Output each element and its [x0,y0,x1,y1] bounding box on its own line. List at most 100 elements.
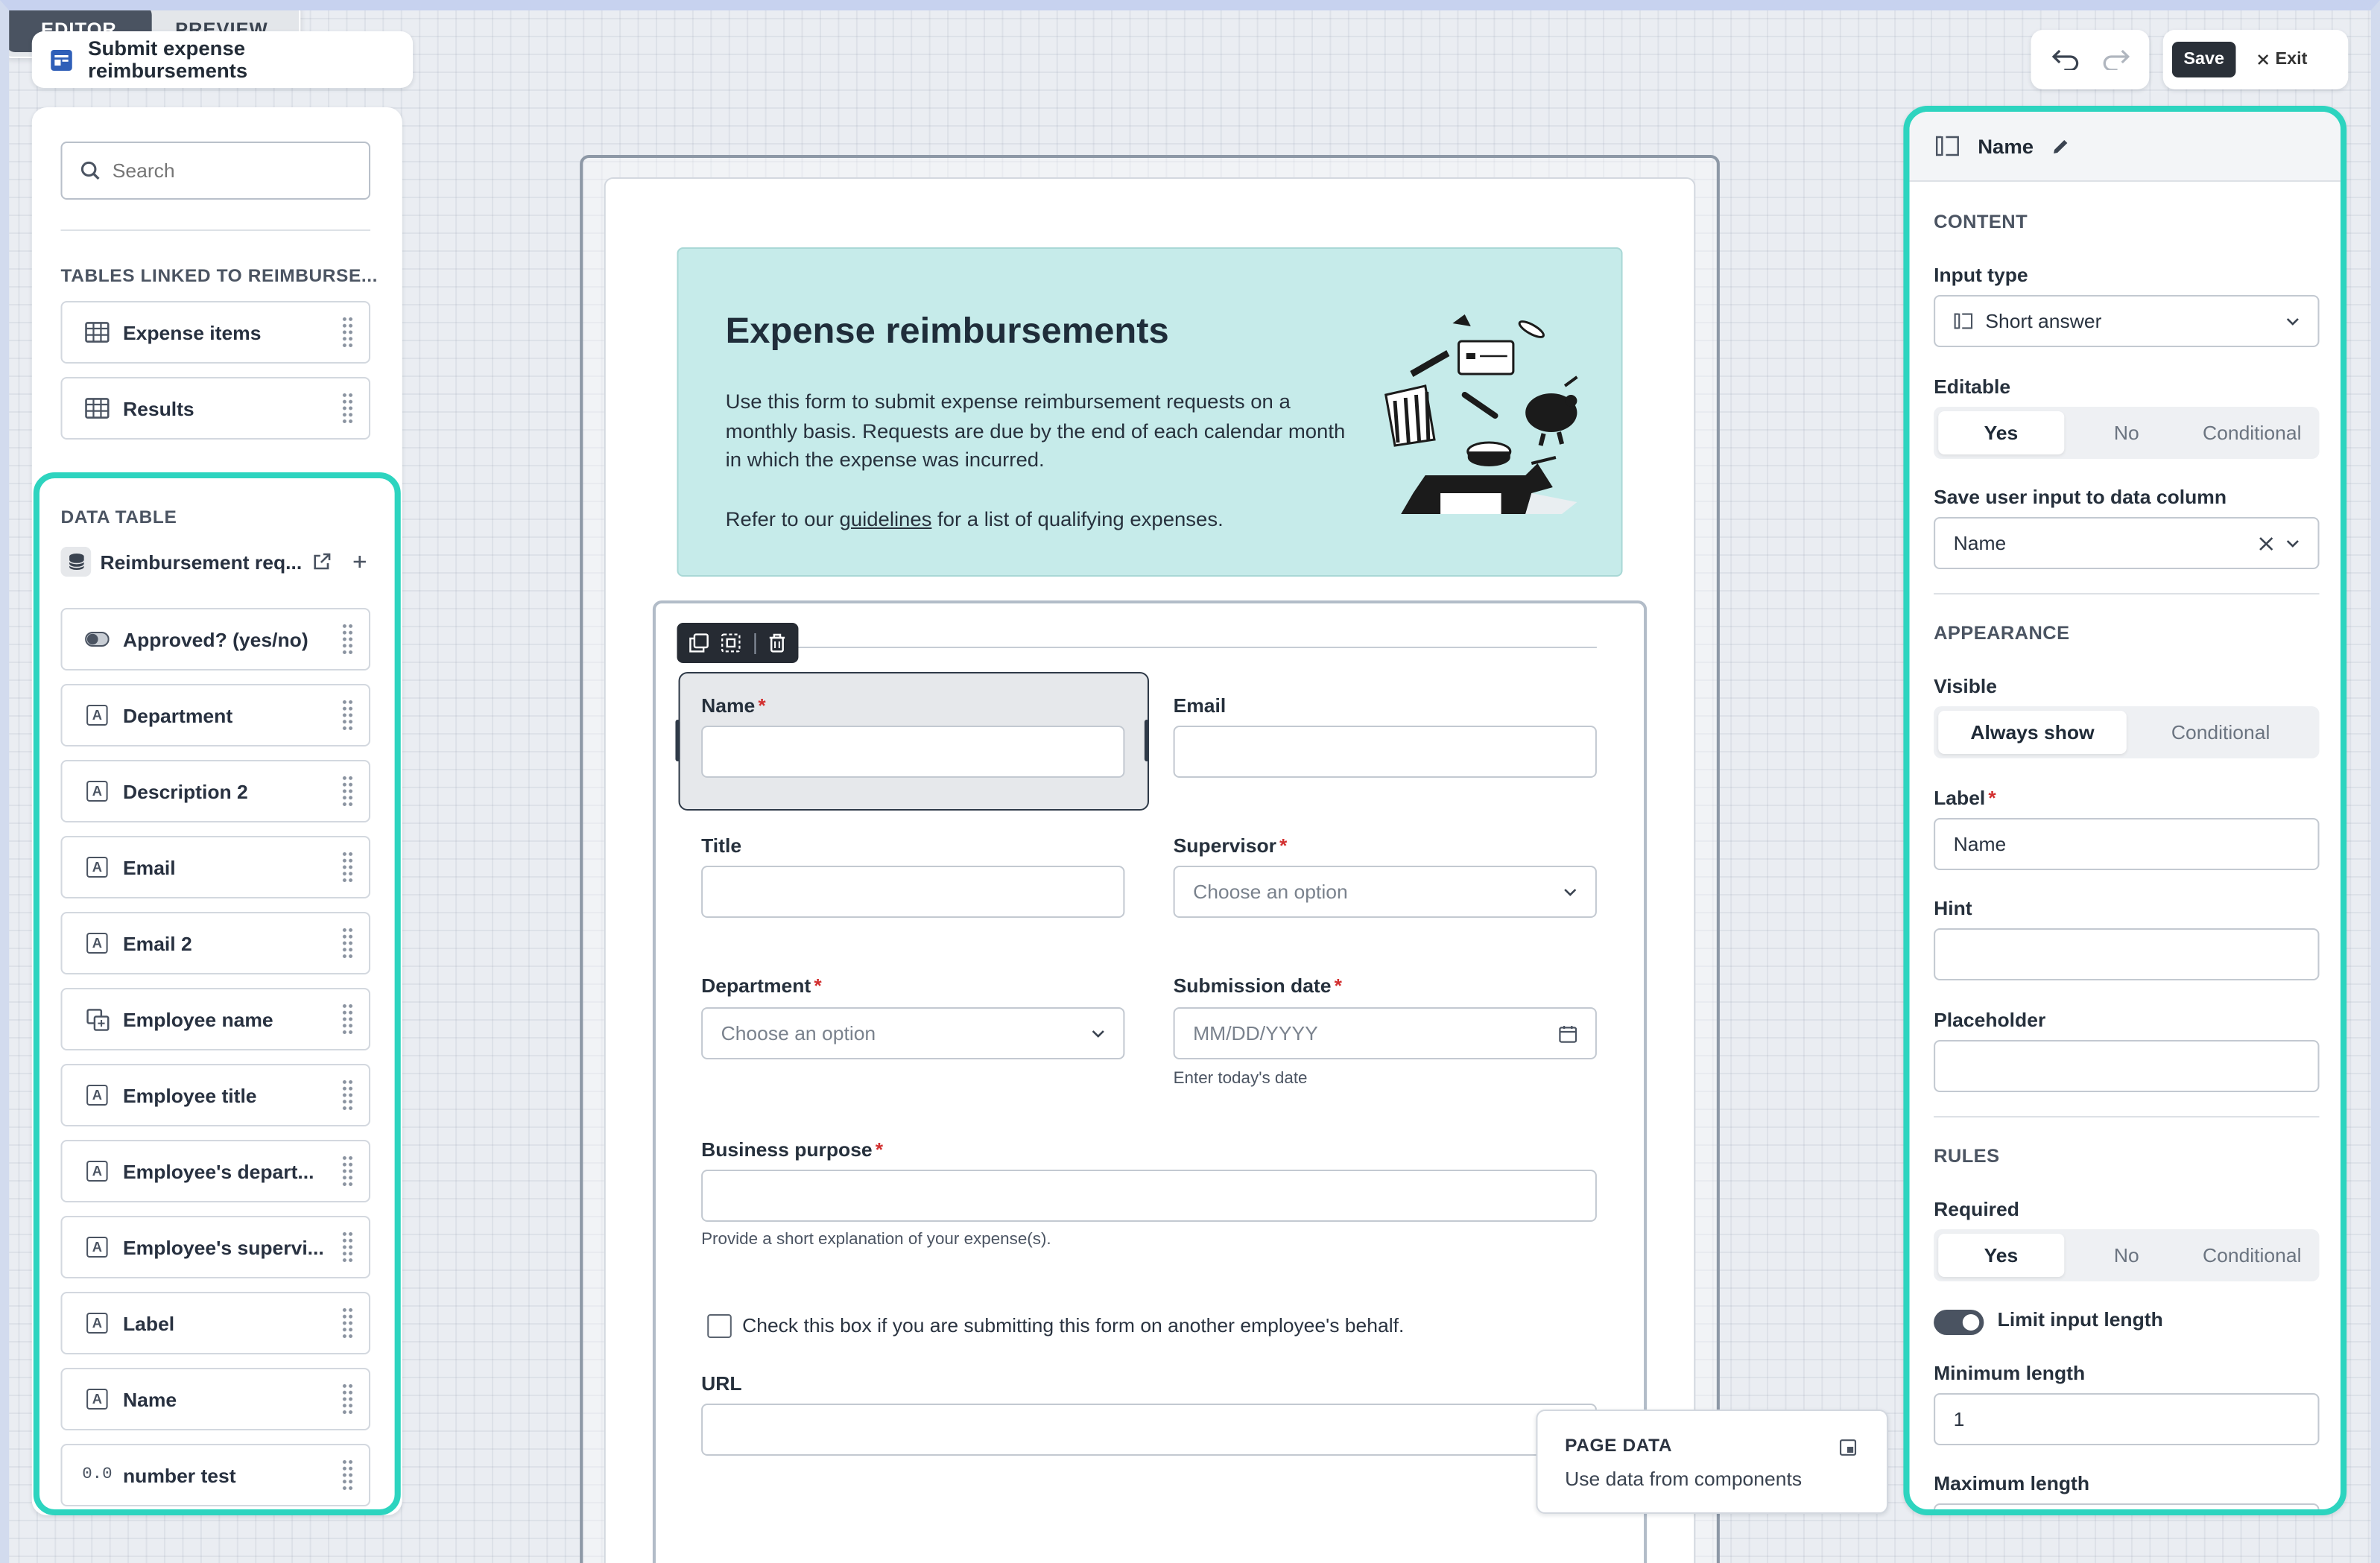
field-item[interactable]: A Email [60,836,371,898]
field-item[interactable]: A Employee's supervi... [60,1216,371,1278]
field-item[interactable]: 0.0 number test [60,1444,371,1506]
drag-handle-icon[interactable] [341,1155,354,1188]
exit-button[interactable]: Exit [2257,51,2307,69]
linked-table-item[interactable]: Results [60,377,371,440]
field-item[interactable]: A Department [60,684,371,746]
guidelines-link[interactable]: guidelines [840,508,932,530]
name-input[interactable] [701,726,1125,778]
drag-handle-icon[interactable] [341,392,354,425]
label-input-value: Name [1953,833,2007,855]
field-label: Name [122,1388,177,1410]
drag-handle-icon[interactable] [341,927,354,960]
required-mark: * [875,1138,884,1161]
database-icon [60,547,92,577]
calendar-icon[interactable] [1559,1024,1577,1042]
content-heading: CONTENT [1934,212,2028,232]
required-option-no[interactable]: No [2064,1234,2189,1277]
editable-option-yes[interactable]: Yes [1938,411,2064,454]
app-root: Submit expense reimbursements EDITOR PRE… [0,0,2380,1563]
field-label: Employee title [122,1084,257,1106]
limit-length-toggle[interactable] [1934,1310,1984,1335]
search-box[interactable] [60,142,371,200]
label-input[interactable]: Name [1934,818,2320,870]
clear-icon[interactable] [2259,536,2273,551]
text-field-icon: A [83,1310,111,1337]
visible-label: Visible [1934,675,1998,697]
undo-icon[interactable] [2051,49,2079,70]
save-exit-controls: Save Exit [2162,30,2349,89]
data-table-source[interactable]: Reimbursement req... [60,547,370,577]
add-icon[interactable] [352,554,367,569]
drag-handle-icon[interactable] [341,1383,354,1415]
redo-icon[interactable] [2101,49,2129,70]
linked-table-item[interactable]: Expense items [60,301,371,364]
properties-panel: Name CONTENT Input type Short answer Edi… [1903,106,2347,1515]
field-item[interactable]: A Name [60,1368,371,1430]
field-item[interactable]: Approved? (yes/no) [60,608,371,670]
input-type-label: Input type [1934,264,2028,286]
editable-option-conditional[interactable]: Conditional [2189,411,2314,454]
on-behalf-checkbox[interactable] [707,1314,732,1338]
select-parent-icon[interactable] [721,633,741,653]
visible-option-always[interactable]: Always show [1938,711,2127,754]
title-label: Title [701,834,742,857]
url-input[interactable] [701,1404,1597,1456]
duplicate-icon[interactable] [689,633,709,653]
drag-handle-icon[interactable] [341,699,354,732]
data-table-name: Reimbursement req... [100,551,303,573]
editable-option-no[interactable]: No [2064,411,2189,454]
field-item[interactable]: Employee name [60,988,371,1050]
drag-handle-icon[interactable] [341,1079,354,1112]
placeholder-input[interactable] [1934,1040,2320,1092]
drag-handle-icon[interactable] [341,623,354,656]
save-column-select[interactable]: Name [1934,517,2320,569]
linked-record-icon [83,1006,111,1033]
external-link-icon[interactable] [313,553,331,571]
field-label: Label [122,1312,175,1334]
department-placeholder: Choose an option [721,1022,876,1044]
drag-handle-icon[interactable] [341,1231,354,1264]
field-item[interactable]: A Email 2 [60,912,371,974]
chevron-down-icon [2286,539,2300,548]
drag-handle-icon[interactable] [341,1459,354,1491]
required-option-conditional[interactable]: Conditional [2189,1234,2314,1277]
drag-handle-icon[interactable] [341,775,354,808]
trash-icon[interactable] [768,633,785,653]
business-purpose-input[interactable] [701,1170,1597,1222]
supervisor-select[interactable]: Choose an option [1173,866,1597,918]
drag-handle-icon[interactable] [341,851,354,884]
department-select[interactable]: Choose an option [701,1007,1125,1059]
visible-option-conditional[interactable]: Conditional [2127,711,2315,754]
department-label: Department * [701,974,822,997]
hint-input[interactable] [1934,928,2320,980]
text-field-icon: A [83,1158,111,1185]
resize-handle-left[interactable] [675,720,680,761]
drag-handle-icon[interactable] [341,1003,354,1036]
short-answer-icon [1954,313,1973,329]
pencil-icon[interactable] [2052,138,2069,154]
hero-text-before: Refer to our [725,508,840,530]
drag-handle-icon[interactable] [341,316,354,349]
name-label-text: Name [701,694,756,717]
hero-guidelines-text: Refer to our guidelines for a list of qu… [726,508,1224,530]
field-item[interactable]: A Employee's depart... [60,1140,371,1202]
field-item[interactable]: A Employee title [60,1064,371,1126]
min-length-label: Minimum length [1934,1362,2086,1384]
submission-date-input[interactable]: MM/DD/YYYY [1173,1007,1597,1059]
email-input[interactable] [1173,726,1597,778]
title-input[interactable] [701,866,1125,918]
field-item[interactable]: A Description 2 [60,760,371,822]
save-button[interactable]: Save [2171,42,2236,77]
field-item[interactable]: A Label [60,1292,371,1354]
search-input[interactable] [112,159,341,182]
required-option-yes[interactable]: Yes [1938,1234,2064,1277]
on-behalf-checkbox-label: Check this box if you are submitting thi… [742,1314,1405,1337]
resize-handle-right[interactable] [1144,720,1150,761]
page-data-card[interactable]: PAGE DATA Use data from components [1536,1410,1889,1514]
expand-icon[interactable] [1839,1439,1857,1456]
min-length-input[interactable]: 1 [1934,1393,2320,1445]
chevron-down-icon [1563,887,1577,896]
input-type-select[interactable]: Short answer [1934,295,2320,347]
drag-handle-icon[interactable] [341,1307,354,1340]
max-length-input[interactable] [1934,1503,2320,1509]
